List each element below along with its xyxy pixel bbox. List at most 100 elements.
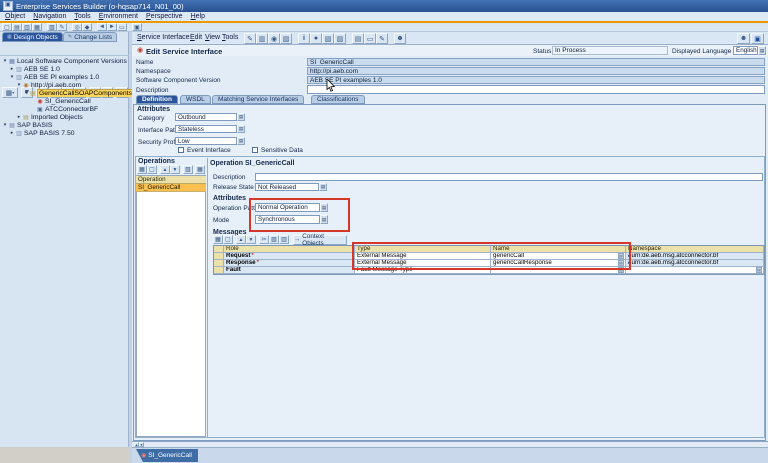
close-view-button[interactable]: ▣ [751,33,764,44]
dropdown-icon[interactable]: ▤ [237,137,245,145]
category-select[interactable]: Outbound ▤ [175,113,245,121]
value-help-icon[interactable]: ▤ [618,267,624,273]
value-help-icon[interactable]: ▤ [756,267,762,273]
mode-select[interactable]: Synchronous ▤ [255,215,328,224]
description-field[interactable] [307,85,765,94]
menu-navigation[interactable]: Navigation [33,13,66,20]
windows-button[interactable]: ▭ [117,23,127,31]
tree-item-genericcallsoapcomponents[interactable]: ▾ ▤ GenericCallSOAPComponents [0,89,152,97]
tab-wsdl[interactable]: WSDL [180,95,211,104]
save-button[interactable]: ▦ [32,23,42,31]
dropdown-icon[interactable]: ▤ [320,215,328,224]
delete-operation-button[interactable]: ▢ [147,165,157,174]
menu-service-interface[interactable]: Service Interface [137,34,190,41]
move-up-button[interactable]: ▲ [160,165,170,174]
menu-tools[interactable]: Tools [74,13,90,20]
display-toggle-button[interactable]: ▥ [256,33,268,44]
tree-item-aeb-se-pi-examples[interactable]: ▾ ▥ AEB SE PI examples 1.0 [0,73,138,81]
menu-help[interactable]: Help [191,13,205,20]
refresh-button[interactable]: ▣ [132,23,142,31]
transfer-object-button[interactable]: ▧ [322,33,334,44]
message-up-button[interactable]: ▲ [236,235,246,244]
edit-button[interactable]: ✎ [57,23,67,31]
add-operation-button[interactable]: ▦ [137,165,147,174]
tree-item-local-software-component-versions[interactable]: ▾ ▦ Local Software Component Versions [0,57,131,65]
copy-message-button[interactable]: ▧ [269,235,279,244]
navigate-back-button[interactable]: ◄ [97,23,107,31]
edit-toggle-button[interactable]: ✎ [244,33,256,44]
menu-view[interactable]: View [205,34,220,41]
name-field[interactable]: SI_GenericCall [307,58,765,66]
user-button[interactable]: ☻ [737,33,750,44]
request-name-cell[interactable]: genericCall▤ [491,253,626,260]
open-object-button[interactable]: ▤ [12,23,22,31]
tab-change-lists[interactable]: ✎ Change Lists [63,32,117,42]
context-objects-button[interactable]: → Context Objects [293,235,347,245]
language-select[interactable]: English (OL) ▤ [733,46,766,55]
menu-environment[interactable]: Environment [99,13,138,20]
tree-item-aeb-se-10[interactable]: ▸ ▥ AEB SE 1.0 [0,65,138,73]
menu-edit[interactable]: Edit [190,34,202,41]
copy-operation-button[interactable]: ▧ [183,165,193,174]
menu-object[interactable]: Object [5,13,25,20]
settings-button[interactable]: ● [310,33,322,44]
tab-definition[interactable]: Definition [136,95,178,104]
fault-namespace-cell[interactable]: ▤ [626,267,764,274]
dropdown-icon[interactable]: ▤ [320,203,328,212]
operation-row-selected[interactable]: SI_GenericCall [136,184,206,192]
value-help-icon[interactable]: ▤ [618,260,624,266]
move-down-button[interactable]: ▼ [170,165,180,174]
value-help-icon[interactable]: ▤ [618,253,624,259]
row-selector[interactable] [214,267,224,274]
copy-object-button[interactable]: ▧ [280,33,292,44]
dropdown-icon[interactable]: ▤ [237,113,245,121]
tree-item-imported-objects[interactable]: ▸ ▤ Imported Objects [0,113,145,121]
row-selector[interactable] [214,260,224,267]
print-button[interactable]: ▤ [352,33,364,44]
operation-options-button[interactable]: ▦ [195,165,205,174]
menu-tools-editor[interactable]: Tools [222,34,238,41]
event-interface-checkbox[interactable] [178,147,184,153]
tab-design-objects[interactable]: ▦ Design Objects [2,32,63,42]
favorites-button[interactable]: ◆ [82,23,92,31]
fault-name-cell[interactable]: ▤ [491,267,626,274]
sensitive-data-checkbox[interactable] [252,147,258,153]
org-button[interactable]: ☻ [394,33,406,44]
operation-description-field[interactable] [255,173,763,181]
tree-item-sap-basis-750[interactable]: ▸ ▥ SAP BASIS 7.50 [0,129,138,137]
fault-type-cell[interactable]: Fault Message Type [355,267,491,274]
response-type-cell[interactable]: External Message [355,260,491,267]
edit-box-button[interactable]: ✎ [376,33,388,44]
copy-button[interactable]: ▧ [47,23,57,31]
operation-pattern-select[interactable]: Normal Operation ▤ [255,203,328,212]
dropdown-icon[interactable]: ▤ [319,183,327,191]
security-profile-select[interactable]: Low ▤ [175,137,245,145]
software-component-version-field[interactable]: AEB SE PI examples 1.0 [307,76,765,84]
search-button[interactable]: ◎ [72,23,82,31]
tree-item-namespace[interactable]: ▾ ◉ http://pi.aeb.com [0,81,145,89]
message-down-button[interactable]: ▼ [246,235,256,244]
open-object-tab-si-genericcall[interactable]: ◉ SI_GenericCall [136,449,198,462]
menu-perspective[interactable]: Perspective [146,13,183,20]
display-object-button[interactable]: ▥ [22,23,32,31]
row-selector[interactable] [214,253,224,260]
dropdown-icon[interactable]: ▤ [237,125,245,133]
preview-button[interactable]: ▭ [364,33,376,44]
cut-button[interactable]: ✂ [259,235,269,244]
read-mode-button[interactable]: ◉ [268,33,280,44]
navigate-forward-button[interactable]: ► [107,23,117,31]
interface-pattern-select[interactable]: Stateless ▤ [175,125,245,133]
release-state-select[interactable]: Not Released ▤ [255,183,327,191]
tab-matching-service-interfaces[interactable]: Matching Service Interfaces [212,95,304,104]
tree-item-sap-basis[interactable]: ▾ ▦ SAP BASIS [0,121,131,129]
delete-message-button[interactable]: ▢ [223,235,233,244]
new-document-button[interactable]: ▢ [2,23,12,31]
paste-button[interactable]: ▥ [279,235,289,244]
info-button[interactable]: i [298,33,310,44]
add-message-button[interactable]: ▦ [213,235,223,244]
request-type-cell[interactable]: External Message [355,253,491,260]
dropdown-icon[interactable]: ▤ [758,46,766,55]
graph-button[interactable]: ▨ [334,33,346,44]
tab-classifications[interactable]: Classifications [311,95,365,104]
response-name-cell[interactable]: genericCallResponse▤ [491,260,626,267]
